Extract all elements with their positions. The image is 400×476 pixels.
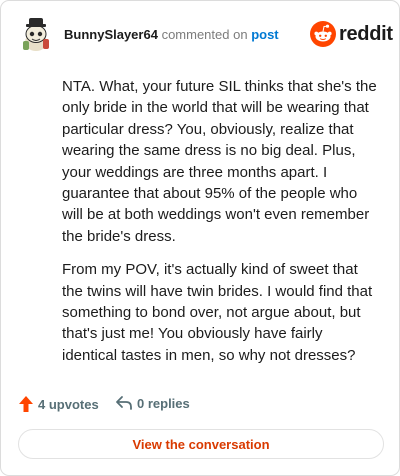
reply-arrow-icon — [116, 396, 132, 410]
username-link[interactable]: BunnySlayer64 — [64, 27, 158, 42]
upvote-arrow-icon — [19, 396, 33, 412]
reddit-logo-icon — [310, 21, 336, 47]
action-text: commented on — [161, 27, 248, 42]
reddit-wordmark: reddit — [339, 23, 393, 45]
comment-paragraph: From my POV, it's actually kind of sweet… — [62, 261, 373, 364]
reply-count: 0 replies — [137, 395, 190, 411]
snoo-avatar-icon[interactable] — [16, 15, 56, 55]
comment-card: BunnySlayer64 commented on post reddit N… — [0, 0, 400, 476]
comment-header: BunnySlayer64 commented on post reddit — [16, 15, 393, 55]
comment-paragraph: NTA. What, your future SIL thinks that s… — [62, 78, 377, 245]
reddit-logo[interactable]: reddit — [310, 21, 393, 49]
post-link[interactable]: post — [251, 27, 278, 42]
view-conversation-button[interactable]: View the conversation — [18, 429, 384, 459]
comment-body: NTA. What, your future SIL thinks that s… — [62, 76, 378, 378]
upvote-button[interactable]: 4 upvotes — [18, 395, 99, 413]
upvote-count: 4 upvotes — [38, 396, 99, 412]
reply-button[interactable]: 0 replies — [115, 395, 190, 411]
comment-meta: BunnySlayer64 commented on post — [64, 27, 279, 43]
comment-actions: 4 upvotes 0 replies — [18, 395, 378, 415]
